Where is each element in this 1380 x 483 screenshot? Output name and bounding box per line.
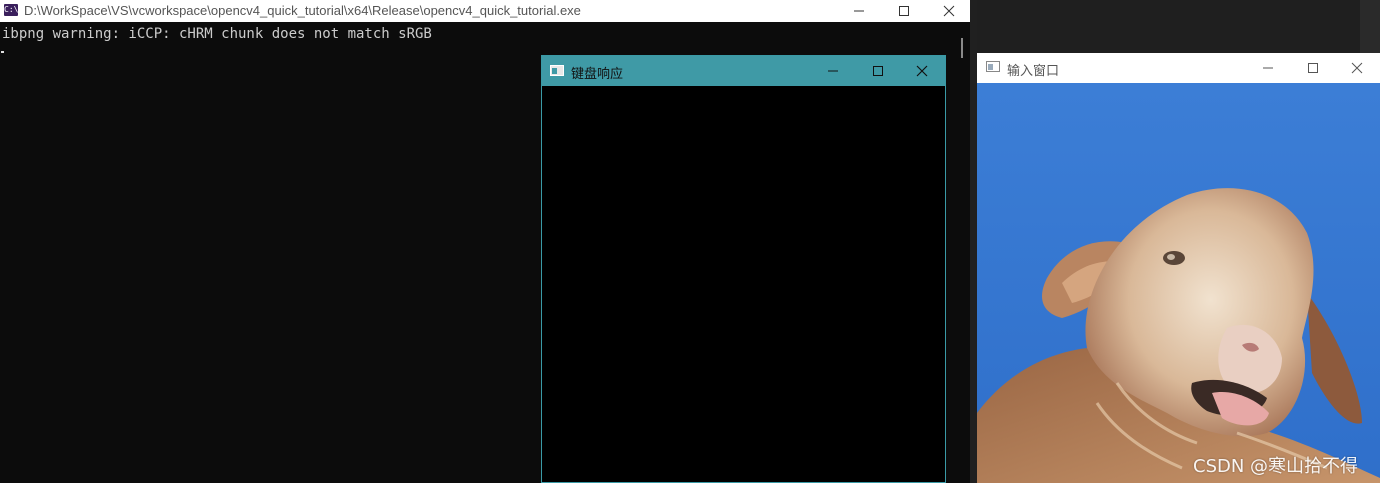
maximize-icon [1308, 63, 1318, 73]
minimize-button[interactable] [1245, 53, 1291, 83]
maximize-icon [899, 6, 909, 16]
console-app-icon: C:\ [4, 4, 19, 16]
window-app-icon [986, 61, 1000, 72]
keyboard-response-window[interactable]: 键盘响应 [541, 55, 946, 483]
sheep-photo [977, 83, 1380, 483]
maximize-button[interactable] [855, 56, 901, 86]
console-window-title: D:\WorkSpace\VS\vcworkspace\opencv4_quic… [24, 3, 581, 18]
close-button[interactable] [899, 56, 945, 86]
text-cursor [1, 51, 4, 53]
input-window-titlebar[interactable]: 输入窗口 [977, 53, 1380, 83]
close-icon [943, 5, 955, 17]
close-icon [1351, 62, 1363, 74]
close-icon [916, 65, 928, 77]
keyboard-window-title: 键盘响应 [571, 67, 624, 82]
minimize-icon [854, 10, 864, 12]
csdn-watermark: CSDN @寒山拾不得 [1193, 456, 1359, 477]
console-titlebar[interactable]: C:\ D:\WorkSpace\VS\vcworkspace\opencv4_… [0, 0, 970, 22]
maximize-button[interactable] [1290, 53, 1336, 83]
keyboard-window-titlebar[interactable]: 键盘响应 [542, 56, 945, 86]
close-button[interactable] [926, 0, 972, 22]
input-window-title: 输入窗口 [1007, 64, 1060, 79]
minimize-icon [1263, 67, 1273, 69]
window-gap [970, 0, 977, 483]
console-scrollbar[interactable] [958, 22, 966, 483]
close-button[interactable] [1334, 53, 1380, 83]
input-image-window[interactable]: 输入窗口 [977, 53, 1380, 483]
window-app-icon [550, 65, 564, 76]
maximize-icon [873, 66, 883, 76]
minimize-button[interactable] [810, 56, 856, 86]
background-edge [1360, 0, 1380, 53]
maximize-button[interactable] [881, 0, 927, 22]
keyboard-window-canvas[interactable] [542, 86, 945, 482]
scrollbar-thumb[interactable] [961, 38, 963, 58]
minimize-icon [828, 70, 838, 72]
console-output-line: ibpng warning: iCCP: cHRM chunk does not… [2, 26, 432, 42]
minimize-button[interactable] [836, 0, 882, 22]
